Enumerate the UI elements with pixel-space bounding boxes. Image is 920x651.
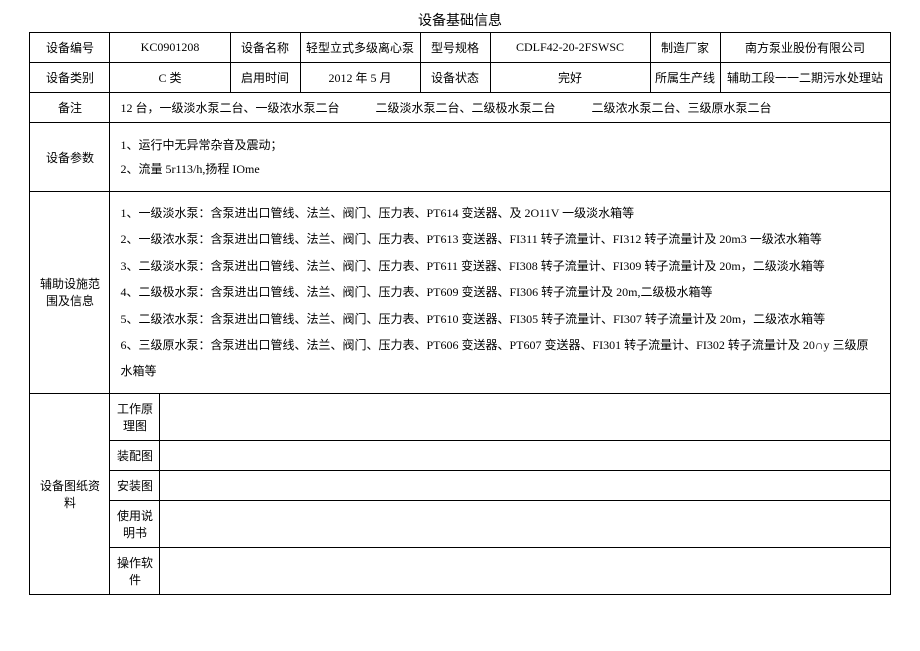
info-table: 设备编号 KC0901208 设备名称 轻型立式多级离心泵 型号规格 CDLF4…: [29, 32, 890, 595]
facility-line-6: 6、三级原水泵：含泵进出口管线、法兰、阀门、压力表、PT606 变送器、PT60…: [120, 332, 879, 385]
drawing-item-2: 装配图: [110, 440, 160, 470]
lbl-line: 所属生产线: [650, 63, 720, 93]
val-status: 完好: [490, 63, 650, 93]
lbl-params: 设备参数: [30, 123, 110, 192]
drawing-item-4: 使用说明书: [110, 500, 160, 547]
drawing-blank-4: [160, 500, 890, 547]
lbl-remark: 备注: [30, 93, 110, 123]
val-remark: 12 台，一级淡水泵二台、一级浓水泵二台 二级淡水泵二台、二级极水泵二台 二级浓…: [110, 93, 890, 123]
val-date: 2012 年 5 月: [300, 63, 420, 93]
lbl-facilities: 辅助设施范围及信息: [30, 192, 110, 394]
val-model: CDLF42-20-2FSWSC: [490, 33, 650, 63]
drawing-item-5: 操作软件: [110, 547, 160, 594]
val-cat: C 类: [110, 63, 230, 93]
drawing-blank-2: [160, 440, 890, 470]
facility-line-5: 5、二级浓水泵：含泵进出口管线、法兰、阀门、压力表、PT610 变送器、FI30…: [120, 306, 879, 332]
drawing-blank-3: [160, 470, 890, 500]
lbl-model: 型号规格: [420, 33, 490, 63]
lbl-status: 设备状态: [420, 63, 490, 93]
drawing-item-3: 安装图: [110, 470, 160, 500]
facility-line-4: 4、二级极水泵：含泵进出口管线、法兰、阀门、压力表、PT609 变送器、FI30…: [120, 279, 879, 305]
lbl-cat: 设备类别: [30, 63, 110, 93]
lbl-mfr: 制造厂家: [650, 33, 720, 63]
lbl-equip-no: 设备编号: [30, 33, 110, 63]
val-facilities: 1、一级淡水泵：含泵进出口管线、法兰、阀门、压力表、PT614 变送器、及 2O…: [110, 192, 890, 394]
facility-line-3: 3、二级淡水泵：含泵进出口管线、法兰、阀门、压力表、PT611 变送器、FI30…: [120, 253, 879, 279]
val-params: 1、运行中无异常杂音及震动； 2、流量 5r113/h,扬程 IOme: [110, 123, 890, 192]
val-equip-name: 轻型立式多级离心泵: [300, 33, 420, 63]
facility-line-2: 2、一级浓水泵：含泵进出口管线、法兰、阀门、压力表、PT613 变送器、FI31…: [120, 226, 879, 252]
drawing-blank-1: [160, 393, 890, 440]
param-1: 1、运行中无异常杂音及震动；: [120, 133, 879, 157]
facility-line-1: 1、一级淡水泵：含泵进出口管线、法兰、阀门、压力表、PT614 变送器、及 2O…: [120, 200, 879, 226]
lbl-drawings: 设备图纸资料: [30, 393, 110, 594]
val-line: 辅助工段一一二期污水处理站: [720, 63, 890, 93]
drawing-blank-5: [160, 547, 890, 594]
lbl-equip-name: 设备名称: [230, 33, 300, 63]
val-mfr: 南方泵业股份有限公司: [720, 33, 890, 63]
param-2: 2、流量 5r113/h,扬程 IOme: [120, 157, 879, 181]
drawing-item-1: 工作原理图: [110, 393, 160, 440]
lbl-date: 启用时间: [230, 63, 300, 93]
page-title: 设备基础信息: [10, 10, 910, 30]
val-equip-no: KC0901208: [110, 33, 230, 63]
